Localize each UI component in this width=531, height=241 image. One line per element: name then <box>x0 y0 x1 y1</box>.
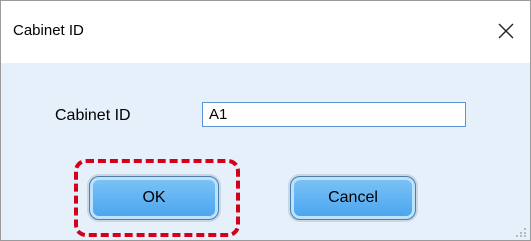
close-icon <box>498 23 514 39</box>
cabinet-id-label: Cabinet ID <box>55 107 131 124</box>
resize-grip-icon[interactable] <box>515 225 527 237</box>
dialog-body: Cabinet ID OK Cancel <box>1 63 530 240</box>
cabinet-id-input[interactable] <box>202 102 466 127</box>
dialog-title: Cabinet ID <box>13 22 84 39</box>
ok-button[interactable]: OK <box>89 176 219 220</box>
cancel-button[interactable]: Cancel <box>290 176 416 220</box>
cancel-button-label: Cancel <box>328 189 378 206</box>
dialog-titlebar: Cabinet ID <box>1 1 530 63</box>
ok-button-label: OK <box>142 189 166 206</box>
cabinet-id-dialog: Cabinet ID Cabinet ID OK Cancel <box>0 0 531 241</box>
close-button[interactable] <box>486 13 526 49</box>
